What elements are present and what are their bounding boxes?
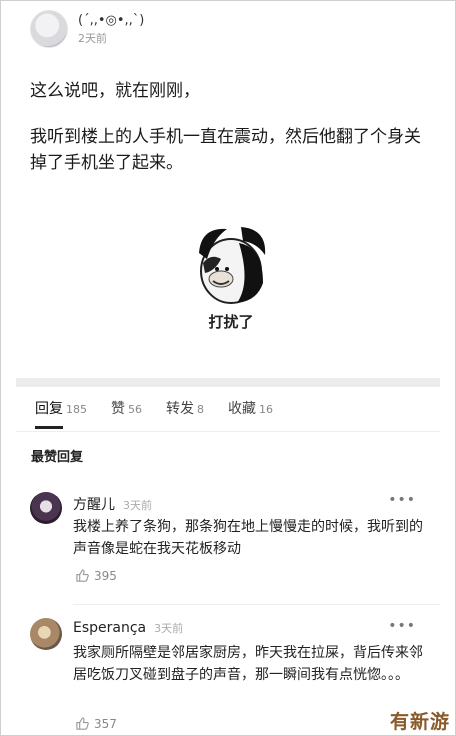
tab-label: 收藏 (228, 401, 256, 417)
post-body: 这么说吧，就在刚刚， 我听到楼上的人手机一直在震动，然后他翻了个身关掉了手机坐了… (30, 78, 430, 176)
comment-item: Esperança 3天前 ••• 我家厕所隔壁是邻居家厨房，昨天我在拉屎，背后传… (30, 618, 430, 731)
author-name[interactable]: (´,,•◎•,,`) (78, 12, 144, 30)
tab-favorites[interactable]: 收藏 16 (228, 398, 273, 418)
tab-count: 8 (197, 403, 204, 416)
comment-text: 我楼上养了条狗，那条狗在地上慢慢走的时候，我听到的声音像是蛇在我天花板移动 (73, 519, 423, 557)
tab-count: 185 (66, 403, 87, 416)
like-count: 395 (94, 568, 117, 583)
post-paragraph-2: 我听到楼上的人手机一直在震动，然后他翻了个身关掉了手机坐了起来。 (30, 127, 421, 173)
comment-item: 方醒儿 3天前 ••• 我楼上养了条狗，那条狗在地上慢慢走的时候，我听到的声音像是… (30, 492, 430, 592)
comment-time: 3天前 (123, 499, 152, 512)
more-options-icon[interactable]: ••• (388, 618, 416, 634)
tabs-divider (16, 431, 440, 432)
meme-image[interactable]: 打扰了 (191, 223, 271, 338)
panda-meme-graphic (199, 227, 266, 304)
tab-count: 16 (259, 403, 273, 416)
commenter-name[interactable]: Esperança (73, 620, 146, 636)
like-count: 357 (94, 716, 117, 731)
commenter-header: 方醒儿 3天前 (73, 494, 152, 514)
tab-label: 赞 (111, 401, 125, 417)
comment-time: 3天前 (154, 622, 184, 635)
author-avatar[interactable] (30, 10, 68, 48)
more-options-icon[interactable]: ••• (388, 492, 416, 508)
thumbs-up-icon (76, 717, 89, 730)
commenter-header: Esperança 3天前 (73, 620, 183, 636)
meme-caption: 打扰了 (208, 313, 254, 331)
tab-likes[interactable]: 赞 56 (111, 398, 142, 418)
top-replies-heading: 最赞回复 (31, 450, 84, 465)
post-header: (´,,•◎•,,`) 2天前 (30, 10, 144, 48)
tab-label: 回复 (35, 401, 63, 417)
tab-replies[interactable]: 回复 185 (35, 398, 87, 418)
tab-label: 转发 (166, 401, 194, 417)
comment-text: 我家厕所隔壁是邻居家厨房，昨天我在拉屎，背后传来邻居吃饭刀叉碰到盘子的声音，那一… (73, 645, 423, 683)
tab-reposts[interactable]: 转发 8 (166, 398, 204, 418)
post-paragraph-1: 这么说吧，就在刚刚， (30, 81, 200, 101)
commenter-avatar[interactable] (30, 492, 62, 524)
thumbs-up-icon (76, 569, 89, 582)
tab-count: 56 (128, 403, 142, 416)
active-tab-indicator (35, 426, 63, 429)
commenter-avatar[interactable] (30, 618, 62, 650)
watermark-logo: 有新游 (389, 711, 450, 733)
like-button[interactable]: 395 (75, 568, 117, 583)
interaction-tabs: 回复 185 赞 56 转发 8 收藏 16 (35, 398, 297, 418)
post-time: 2天前 (78, 32, 107, 45)
section-separator (16, 378, 440, 387)
comment-divider (73, 604, 440, 605)
like-button[interactable]: 357 (75, 716, 117, 731)
commenter-name[interactable]: 方醒儿 (73, 497, 115, 513)
